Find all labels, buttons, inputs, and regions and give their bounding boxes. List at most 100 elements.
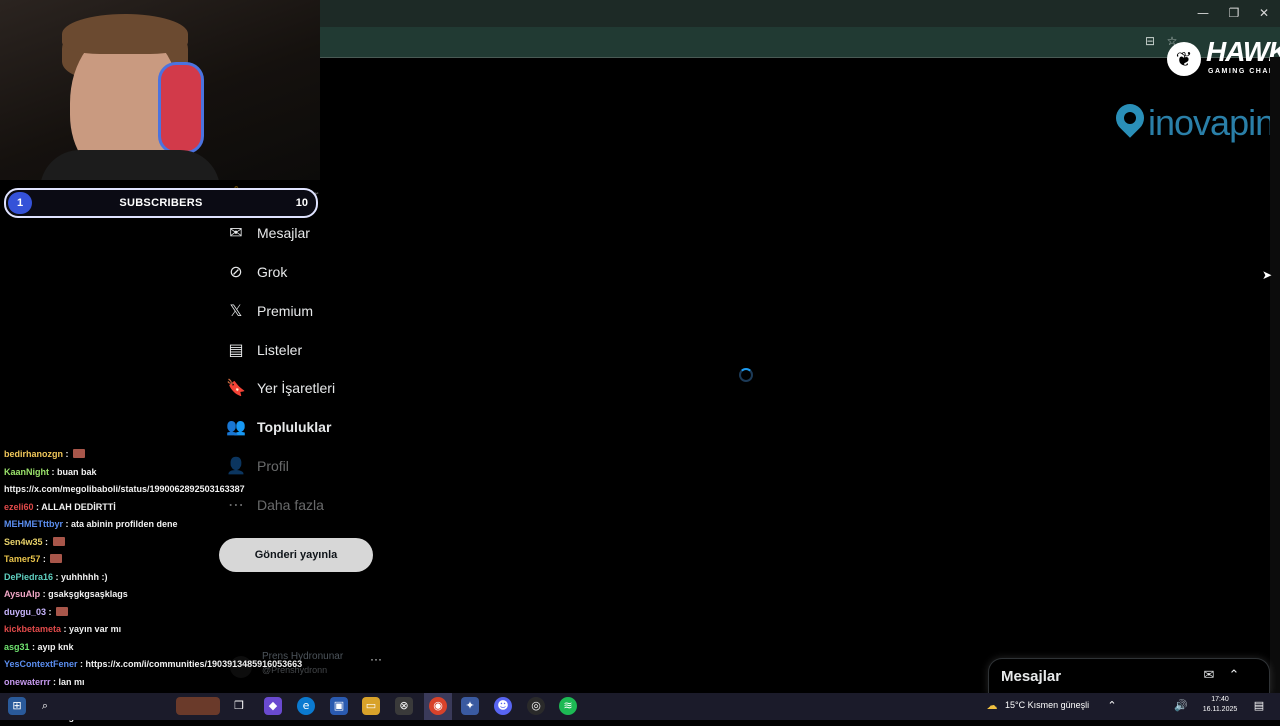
- discord-icon[interactable]: ☻: [494, 697, 512, 715]
- sidebar-item-label: Yer İşaretleri: [257, 380, 335, 396]
- sidebar-item-lists[interactable]: ▤Listeler: [226, 333, 426, 367]
- sidebar-item-bookmarks[interactable]: 🔖Yer İşaretleri: [226, 371, 426, 405]
- chat-text: https://x.com/megolibaboli/status/199006…: [4, 484, 245, 494]
- xbox-icon[interactable]: ⊗: [395, 697, 413, 715]
- chat-message: Sen4w35 :: [4, 534, 344, 552]
- chat-username[interactable]: YesContextFener: [4, 659, 78, 669]
- search-icon[interactable]: ⌕: [36, 697, 54, 715]
- chat-message: asg31 : ayıp knk: [4, 639, 344, 657]
- subscriber-label: SUBSCRIBERS: [6, 190, 316, 216]
- chat-username[interactable]: duygu_03: [4, 607, 46, 617]
- notification-icon[interactable]: ▤: [1250, 697, 1268, 715]
- chat-username[interactable]: asg31: [4, 642, 30, 652]
- mouse-cursor-icon: ➤: [1262, 268, 1272, 282]
- chat-separator: :: [61, 624, 69, 634]
- chat-message: ezeli60 : ALLAH DEDİRTTİ: [4, 499, 344, 517]
- chrome-icon[interactable]: ◉: [429, 697, 447, 715]
- chat-text: buan bak: [57, 467, 97, 477]
- obs-icon[interactable]: ◎: [527, 697, 545, 715]
- chat-separator: :: [30, 642, 38, 652]
- chat-separator: :: [78, 659, 86, 669]
- weather-text[interactable]: 15°C Kısmen güneşli: [1005, 700, 1089, 710]
- weather-icon[interactable]: ☁: [983, 697, 1001, 715]
- chat-message: bedirhanozgn :: [4, 446, 344, 464]
- sidebar-item-label: Topluluklar: [257, 419, 331, 435]
- sidebar-item-communities[interactable]: 👥Topluluklar: [226, 410, 426, 444]
- chat-text: https://x.com/i/communities/190391348591…: [86, 659, 303, 669]
- chat-overlay: bedirhanozgn : KaanNight : buan bak https…: [4, 446, 344, 726]
- taskbar-clock[interactable]: 17:40 16.11.2025: [1200, 695, 1240, 715]
- chat-username[interactable]: bedirhanozgn: [4, 449, 63, 459]
- chat-username[interactable]: AysuAlp: [4, 589, 40, 599]
- chat-username[interactable]: ezeli60: [4, 502, 34, 512]
- streamer-shirt: [40, 150, 220, 180]
- sidebar-item-messages[interactable]: ✉Mesajlar: [226, 216, 426, 250]
- close-button[interactable]: ✕: [1251, 4, 1277, 22]
- sidebar-item-label: Premium: [257, 303, 313, 319]
- chat-username[interactable]: MEHMETttbyr: [4, 519, 63, 529]
- chat-username[interactable]: DePiedra16: [4, 572, 53, 582]
- chat-emote-icon: [50, 554, 62, 563]
- chat-emote-icon: [73, 449, 85, 458]
- edge-icon[interactable]: e: [297, 697, 315, 715]
- chat-text: ayıp knk: [38, 642, 74, 652]
- compose-message-icon[interactable]: ✉: [1201, 668, 1217, 684]
- premium-icon: 𝕏: [226, 301, 246, 321]
- sidebar-item-label: Listeler: [257, 342, 302, 358]
- chat-separator: :: [40, 554, 48, 564]
- clock-date: 16.11.2025: [1200, 705, 1240, 715]
- chat-separator: :: [46, 607, 54, 617]
- hawk-logo-tagline: GAMING CHAIR: [1208, 68, 1279, 75]
- chat-separator: :: [63, 449, 71, 459]
- expand-drawer-icon[interactable]: ⌃: [1226, 668, 1242, 684]
- volume-icon[interactable]: 🔊: [1172, 697, 1190, 715]
- messages-drawer[interactable]: Mesajlar ✉ ⌃: [988, 658, 1270, 694]
- browser-titlebar: [320, 0, 1280, 27]
- app-icon[interactable]: ✦: [461, 697, 479, 715]
- chat-message: MEHMETttbyr : ata abinin profilden dene: [4, 516, 344, 534]
- file-explorer-icon[interactable]: ▭: [362, 697, 380, 715]
- start-icon[interactable]: ⊞: [8, 697, 26, 715]
- chat-text: lan mı: [59, 677, 85, 687]
- chat-message: YesContextFener : https://x.com/i/commun…: [4, 656, 344, 674]
- install-app-icon[interactable]: ⊟: [1142, 33, 1158, 49]
- chat-separator: :: [49, 467, 57, 477]
- chat-username[interactable]: onewaterrr: [4, 677, 51, 687]
- minimize-button[interactable]: —: [1190, 4, 1216, 22]
- task-view-icon[interactable]: ❒: [230, 697, 248, 715]
- grok-icon: ⊘: [226, 262, 246, 282]
- sidebar-item-grok[interactable]: ⊘ Grok: [226, 255, 426, 289]
- chat-username[interactable]: Sen4w35: [4, 537, 43, 547]
- tray-chevron-icon[interactable]: ⌃: [1103, 697, 1121, 715]
- chat-text: ata abinin profilden dene: [71, 519, 178, 529]
- chat-emote-icon: [56, 607, 68, 616]
- search-highlight-icon[interactable]: [176, 697, 220, 715]
- chat-message: kickbetameta : yayın var mı: [4, 621, 344, 639]
- store-icon[interactable]: ▣: [330, 697, 348, 715]
- chat-separator: :: [51, 677, 59, 687]
- chat-separator: :: [40, 589, 48, 599]
- messages-drawer-title: Mesajlar: [1001, 668, 1061, 685]
- chat-text: ALLAH DEDİRTTİ: [41, 502, 116, 512]
- sidebar-item-premium[interactable]: 𝕏 Premium: [226, 294, 426, 328]
- chat-separator: :: [43, 537, 51, 547]
- restore-button[interactable]: ❐: [1221, 4, 1247, 22]
- account-more-icon[interactable]: ···: [370, 652, 382, 666]
- copilot-icon[interactable]: ◆: [264, 697, 282, 715]
- chat-message: AysuAlp : gsakşgkgsaşklags: [4, 586, 344, 604]
- loading-spinner-icon: [739, 368, 753, 382]
- chat-username[interactable]: kickbetameta: [4, 624, 61, 634]
- subscriber-goal-bar: SUBSCRIBERS 1 10: [4, 188, 318, 218]
- page-scrollbar[interactable]: [1270, 57, 1280, 693]
- address-bar[interactable]: [320, 27, 1280, 58]
- chat-text: yayın var mı: [69, 624, 121, 634]
- chat-message: Tamer57 :: [4, 551, 344, 569]
- chat-username[interactable]: KaanNight: [4, 467, 49, 477]
- chat-message: https://x.com/megolibaboli/status/199006…: [4, 481, 344, 499]
- spotify-icon[interactable]: ≋: [559, 697, 577, 715]
- sidebar-item-label: Grok: [257, 264, 287, 280]
- chat-message: onewaterrr : lan mı: [4, 674, 344, 692]
- chat-username[interactable]: Tamer57: [4, 554, 40, 564]
- map-pin-hole: [1124, 112, 1136, 124]
- webcam-overlay: [0, 0, 320, 180]
